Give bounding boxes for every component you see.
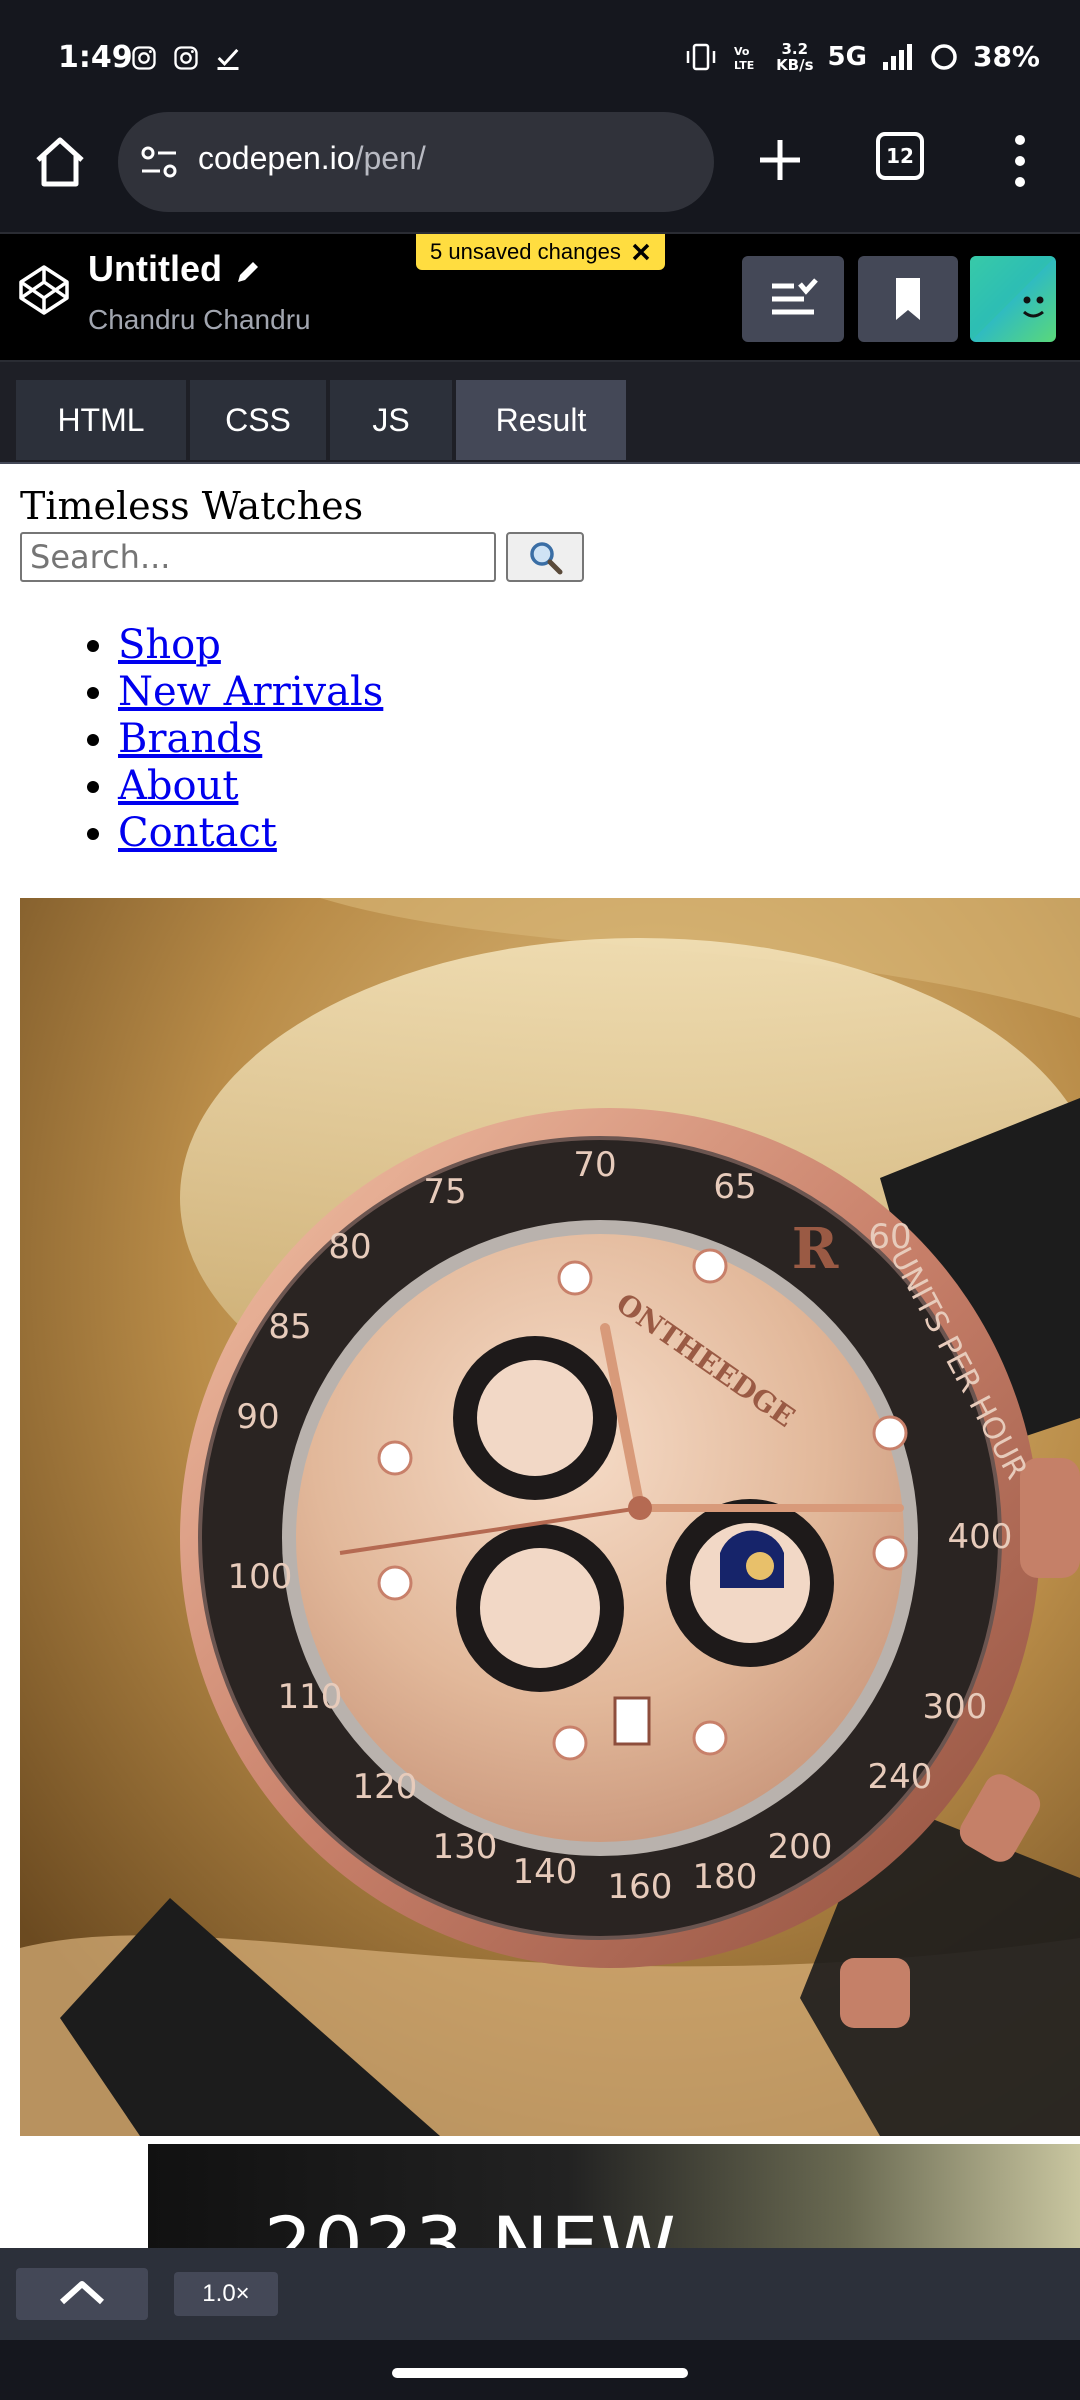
nav-item: New Arrivals (118, 669, 383, 716)
home-indicator[interactable] (392, 2368, 688, 2378)
bezel-number: 90 (236, 1397, 279, 1437)
more-menu-icon[interactable] (1006, 130, 1034, 192)
unsaved-changes-badge[interactable]: 5 unsaved changes (416, 234, 665, 270)
zoom-level-button[interactable]: 1.0× (174, 2272, 278, 2316)
magnifier-icon (530, 542, 563, 575)
url-host: codepen.io (198, 140, 355, 176)
home-icon[interactable] (30, 132, 90, 192)
codepen-logo-icon[interactable] (18, 264, 70, 316)
bezel-number: 130 (433, 1827, 498, 1867)
tab-js[interactable]: JS (330, 380, 452, 460)
chevron-up-icon (59, 2281, 105, 2305)
bezel-number: 160 (608, 1867, 673, 1907)
status-time: 1:49 (58, 40, 133, 75)
network-speed: 3.2 KB/s (776, 41, 813, 73)
check-icon (217, 48, 239, 70)
url-text[interactable]: codepen.io/pen/ (198, 140, 426, 177)
address-bar[interactable]: codepen.io/pen/ (118, 112, 714, 212)
bezel-number: 200 (768, 1827, 833, 1867)
search-input[interactable] (20, 532, 496, 582)
nav-item: Shop (118, 622, 383, 669)
svg-text:Vo: Vo (734, 45, 750, 58)
bezel-number: 140 (513, 1852, 578, 1892)
pen-title[interactable]: Untitled (88, 248, 222, 290)
layout-icon (772, 278, 818, 315)
promo-banner-text: 2023 NEW (264, 2200, 678, 2248)
bezel-number: 70 (573, 1145, 616, 1185)
codepen-header: Untitled Chandru Chandru 5 unsaved chang… (0, 232, 1080, 362)
site-title: Timeless Watches (20, 484, 364, 528)
nav-menu: Shop New Arrivals Brands About Contact (118, 622, 383, 857)
bezel-number: 80 (328, 1227, 371, 1267)
bezel-number: 180 (693, 1857, 758, 1897)
bezel-number: 85 (268, 1307, 311, 1347)
instagram-icon (174, 46, 198, 70)
browser-toolbar: codepen.io/pen/ 12 (0, 110, 1080, 232)
vibrate-icon (686, 43, 716, 70)
volte-icon: VoLTE (734, 45, 754, 72)
tab-css[interactable]: CSS (190, 380, 326, 460)
bezel-number: 300 (923, 1687, 988, 1727)
watch-illustration: 70 65 60 75 80 85 90 100 110 120 130 140… (20, 898, 1080, 2136)
change-view-button[interactable] (742, 256, 844, 342)
avatar-face-icon (970, 256, 1056, 342)
tab-html[interactable]: HTML (16, 380, 186, 460)
unsaved-label: 5 unsaved changes (430, 239, 621, 264)
bezel-number: 120 (353, 1767, 418, 1807)
status-right: Vo LTE 3.2 KB/s 5G 38% (684, 40, 1040, 73)
network-type: 5G (827, 41, 867, 72)
speed-unit: KB/s (776, 55, 814, 74)
battery-level: 38% (972, 40, 1040, 73)
expand-editor-button[interactable] (16, 2268, 148, 2320)
notification-icons (130, 44, 242, 72)
bezel-number: 240 (868, 1757, 933, 1797)
nav-link-contact[interactable]: Contact (118, 810, 277, 856)
status-bar: 1:49 Vo LTE 3.2 KB/s 5G 38% (0, 0, 1080, 110)
result-preview: Timeless Watches Shop New Arrivals Brand… (0, 464, 1080, 2248)
close-icon[interactable] (631, 242, 651, 262)
nav-link-about[interactable]: About (118, 763, 238, 809)
site-settings-icon[interactable] (140, 144, 178, 180)
signal-icon (882, 43, 912, 70)
instagram-icon (132, 46, 156, 70)
svg-text:LTE: LTE (734, 59, 754, 72)
bezel-number: 65 (713, 1167, 756, 1207)
codepen-footer: 1.0× (0, 2248, 1080, 2340)
editor-tabs: HTML CSS JS Result (0, 362, 1080, 464)
nav-link-brands[interactable]: Brands (118, 716, 262, 762)
bookmark-icon (896, 278, 920, 320)
user-avatar[interactable] (970, 256, 1056, 342)
tab-result[interactable]: Result (456, 380, 626, 460)
nav-link-new-arrivals[interactable]: New Arrivals (118, 669, 383, 715)
bezel-number: 100 (228, 1557, 293, 1597)
nav-item: Contact (118, 810, 383, 857)
nav-item: About (118, 763, 383, 810)
url-path: /pen/ (354, 140, 426, 176)
search-button[interactable] (506, 532, 584, 582)
speed-value: 3.2 (781, 39, 809, 58)
bookmark-button[interactable] (858, 256, 958, 342)
new-tab-icon[interactable] (752, 132, 808, 188)
battery-ring-icon (931, 43, 957, 70)
bezel-number: 400 (948, 1517, 1013, 1557)
watch-logo-r: R (792, 1216, 839, 1282)
bezel-number: 75 (423, 1172, 466, 1212)
pen-author[interactable]: Chandru Chandru (88, 304, 311, 336)
edit-pencil-icon[interactable] (232, 256, 264, 288)
nav-item: Brands (118, 716, 383, 763)
nav-link-shop[interactable]: Shop (118, 622, 221, 668)
hero-watch-image: 70 65 60 75 80 85 90 100 110 120 130 140… (20, 898, 1080, 2136)
tab-switcher-button[interactable]: 12 (876, 132, 924, 180)
system-nav-bar (0, 2340, 1080, 2400)
bezel-number: 110 (278, 1677, 343, 1717)
